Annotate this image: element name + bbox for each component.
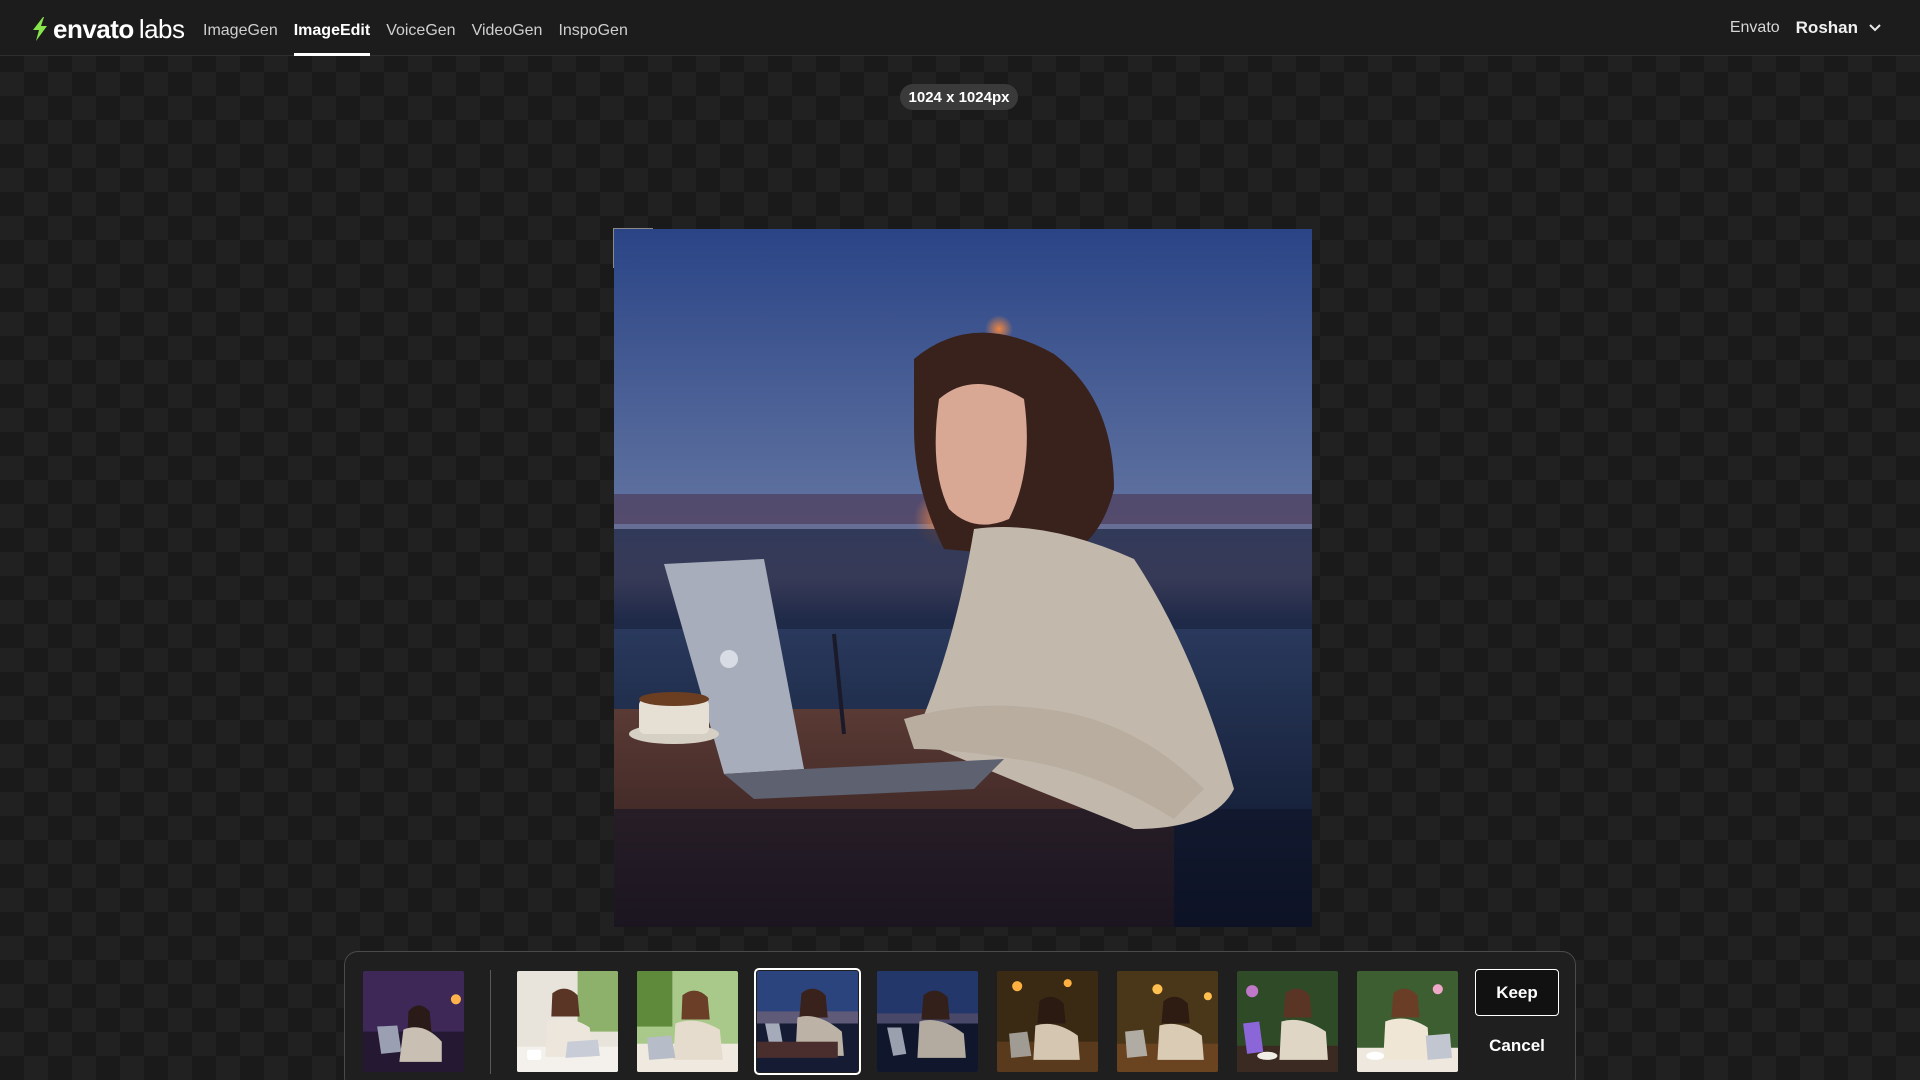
- user-name: Roshan: [1795, 18, 1858, 37]
- envato-link[interactable]: Envato: [1730, 19, 1780, 37]
- logo-brand-text: envato: [53, 13, 134, 44]
- thumbnail-image: [877, 971, 978, 1072]
- variation-thumbnail[interactable]: [1117, 971, 1218, 1072]
- chevron-down-icon: [1869, 24, 1881, 32]
- nav-videogen[interactable]: VideoGen: [472, 0, 543, 56]
- variation-thumbnail[interactable]: [877, 971, 978, 1072]
- header-right: Envato Roshan: [1730, 0, 1882, 56]
- thumbnail-image: [757, 971, 858, 1072]
- thumbnail-image: [1117, 971, 1218, 1072]
- variation-thumbnail[interactable]: [1237, 971, 1338, 1072]
- variation-thumbnail-selected[interactable]: [754, 968, 861, 1075]
- thumbnail-image: [363, 971, 464, 1072]
- envato-labs-logo[interactable]: envato labs: [30, 14, 185, 44]
- cancel-button[interactable]: Cancel: [1475, 1026, 1559, 1066]
- user-menu[interactable]: Roshan: [1796, 18, 1882, 38]
- thumbnail-image: [1357, 971, 1458, 1072]
- woman-laptop-dusk-image: [614, 229, 1312, 927]
- nav-voicegen[interactable]: VoiceGen: [386, 0, 455, 56]
- original-image-thumbnail[interactable]: [363, 971, 464, 1072]
- nav-imageedit[interactable]: ImageEdit: [293, 0, 371, 56]
- keep-button[interactable]: Keep: [1475, 969, 1559, 1016]
- nav-imagegen[interactable]: ImageGen: [203, 0, 278, 56]
- variation-thumbnail[interactable]: [517, 971, 618, 1072]
- variation-thumbnail[interactable]: [637, 971, 738, 1072]
- logo-sub-text: labs: [138, 13, 185, 44]
- thumbnail-image: [637, 971, 738, 1072]
- envato-leaf-icon: [33, 17, 47, 41]
- edited-image[interactable]: [614, 229, 1312, 927]
- thumbnail-image: [517, 971, 618, 1072]
- image-dimensions-badge: 1024 x 1024px: [900, 84, 1018, 110]
- variation-thumbnail[interactable]: [997, 971, 1098, 1072]
- variations-tray: Keep Cancel: [344, 951, 1576, 1080]
- nav-inspogen[interactable]: InspoGen: [558, 0, 627, 56]
- thumbnail-image: [1237, 971, 1338, 1072]
- tray-divider: [490, 970, 491, 1074]
- variation-thumbnail[interactable]: [1357, 971, 1458, 1072]
- top-nav-bar: envato labs ImageGen ImageEdit VoiceGen …: [0, 0, 1920, 56]
- main-nav: ImageGen ImageEdit VoiceGen VideoGen Ins…: [203, 0, 628, 56]
- thumbnail-image: [997, 971, 1098, 1072]
